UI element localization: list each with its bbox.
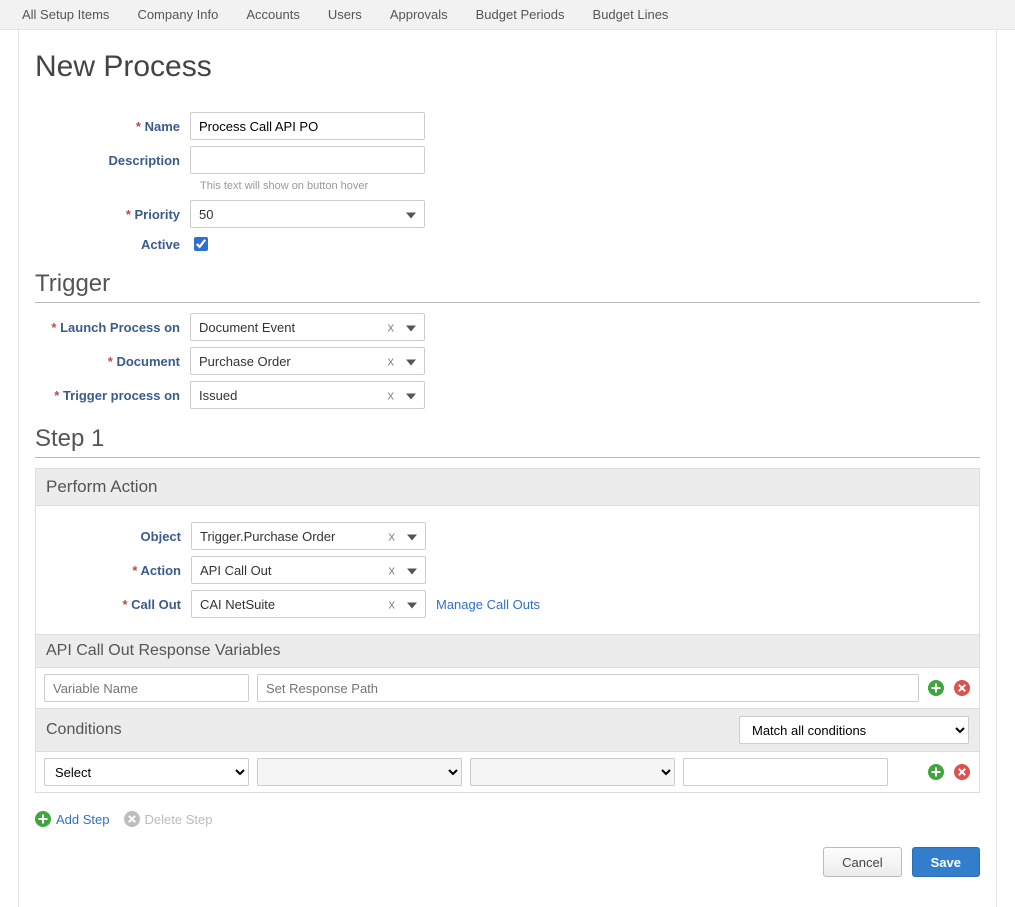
- response-vars-header: API Call Out Response Variables: [36, 634, 979, 668]
- condition-row: Select: [36, 752, 979, 792]
- chevron-down-icon: [406, 207, 416, 222]
- trigger-process-value: Issued: [199, 388, 237, 403]
- top-nav: All Setup Items Company Info Accounts Us…: [0, 0, 1015, 30]
- trigger-process-select[interactable]: Issued x: [190, 381, 425, 409]
- nav-accounts[interactable]: Accounts: [232, 1, 313, 28]
- step1-panel: Perform Action Object Trigger.Purchase O…: [35, 468, 980, 793]
- perform-action-header: Perform Action: [36, 469, 979, 506]
- var-path-input[interactable]: [257, 674, 919, 702]
- delete-step-button[interactable]: Delete Step: [124, 811, 213, 827]
- clear-icon[interactable]: x: [388, 320, 395, 335]
- add-condition-button[interactable]: [927, 763, 945, 781]
- action-label: Action: [36, 563, 191, 578]
- page-title: New Process: [35, 50, 980, 84]
- action-select[interactable]: API Call Out x: [191, 556, 426, 584]
- clear-icon[interactable]: x: [388, 354, 395, 369]
- launch-process-label: Launch Process on: [35, 320, 190, 335]
- document-select[interactable]: Purchase Order x: [190, 347, 425, 375]
- plus-icon: [35, 811, 51, 827]
- priority-select[interactable]: 50: [190, 200, 425, 228]
- description-label: Description: [35, 153, 190, 168]
- conditions-title: Conditions: [46, 721, 122, 739]
- description-input[interactable]: [190, 146, 425, 174]
- clear-icon[interactable]: x: [389, 597, 396, 612]
- active-checkbox[interactable]: [194, 237, 208, 251]
- clear-icon[interactable]: x: [388, 388, 395, 403]
- chevron-down-icon: [407, 597, 417, 612]
- remove-var-button[interactable]: [953, 679, 971, 697]
- plus-icon: [928, 764, 944, 780]
- plus-icon: [928, 680, 944, 696]
- action-value: API Call Out: [200, 563, 272, 578]
- manage-callouts-link[interactable]: Manage Call Outs: [436, 597, 540, 612]
- description-hint: This text will show on button hover: [200, 180, 980, 192]
- cancel-button[interactable]: Cancel: [823, 847, 901, 877]
- step1-heading: Step 1: [35, 425, 980, 453]
- document-label: Document: [35, 354, 190, 369]
- add-step-label: Add Step: [56, 812, 110, 827]
- chevron-down-icon: [406, 354, 416, 369]
- active-label: Active: [35, 237, 190, 252]
- trigger-heading: Trigger: [35, 270, 980, 298]
- object-value: Trigger.Purchase Order: [200, 529, 335, 544]
- name-input[interactable]: [190, 112, 425, 140]
- launch-process-select[interactable]: Document Event x: [190, 313, 425, 341]
- clear-icon[interactable]: x: [389, 563, 396, 578]
- nav-budget-lines[interactable]: Budget Lines: [579, 1, 683, 28]
- match-mode-select[interactable]: Match all conditions: [739, 716, 969, 744]
- chevron-down-icon: [407, 529, 417, 544]
- nav-company-info[interactable]: Company Info: [123, 1, 232, 28]
- nav-approvals[interactable]: Approvals: [376, 1, 462, 28]
- callout-label: Call Out: [36, 597, 191, 612]
- priority-value: 50: [199, 207, 213, 222]
- response-var-row: [36, 668, 979, 708]
- condition-value-input[interactable]: [683, 758, 888, 786]
- trigger-process-label: Trigger process on: [35, 388, 190, 403]
- var-name-input[interactable]: [44, 674, 249, 702]
- document-value: Purchase Order: [199, 354, 291, 369]
- conditions-header: Conditions Match all conditions: [36, 708, 979, 752]
- response-vars-title: API Call Out Response Variables: [46, 642, 280, 660]
- delete-step-label: Delete Step: [145, 812, 213, 827]
- nav-all-setup-items[interactable]: All Setup Items: [8, 1, 123, 28]
- launch-process-value: Document Event: [199, 320, 295, 335]
- remove-condition-button[interactable]: [953, 763, 971, 781]
- clear-icon[interactable]: x: [389, 529, 396, 544]
- condition-value-select[interactable]: [470, 758, 675, 786]
- name-label: Name: [35, 119, 190, 134]
- object-select[interactable]: Trigger.Purchase Order x: [191, 522, 426, 550]
- close-icon: [124, 811, 140, 827]
- object-label: Object: [36, 529, 191, 544]
- add-var-button[interactable]: [927, 679, 945, 697]
- save-button[interactable]: Save: [912, 847, 980, 877]
- condition-op-select[interactable]: [257, 758, 462, 786]
- nav-users[interactable]: Users: [314, 1, 376, 28]
- chevron-down-icon: [407, 563, 417, 578]
- condition-field-select[interactable]: Select: [44, 758, 249, 786]
- chevron-down-icon: [406, 320, 416, 335]
- callout-select[interactable]: CAI NetSuite x: [191, 590, 426, 618]
- priority-label: Priority: [35, 207, 190, 222]
- nav-budget-periods[interactable]: Budget Periods: [462, 1, 579, 28]
- chevron-down-icon: [406, 388, 416, 403]
- add-step-button[interactable]: Add Step: [35, 811, 110, 827]
- callout-value: CAI NetSuite: [200, 597, 275, 612]
- close-icon: [954, 680, 970, 696]
- close-icon: [954, 764, 970, 780]
